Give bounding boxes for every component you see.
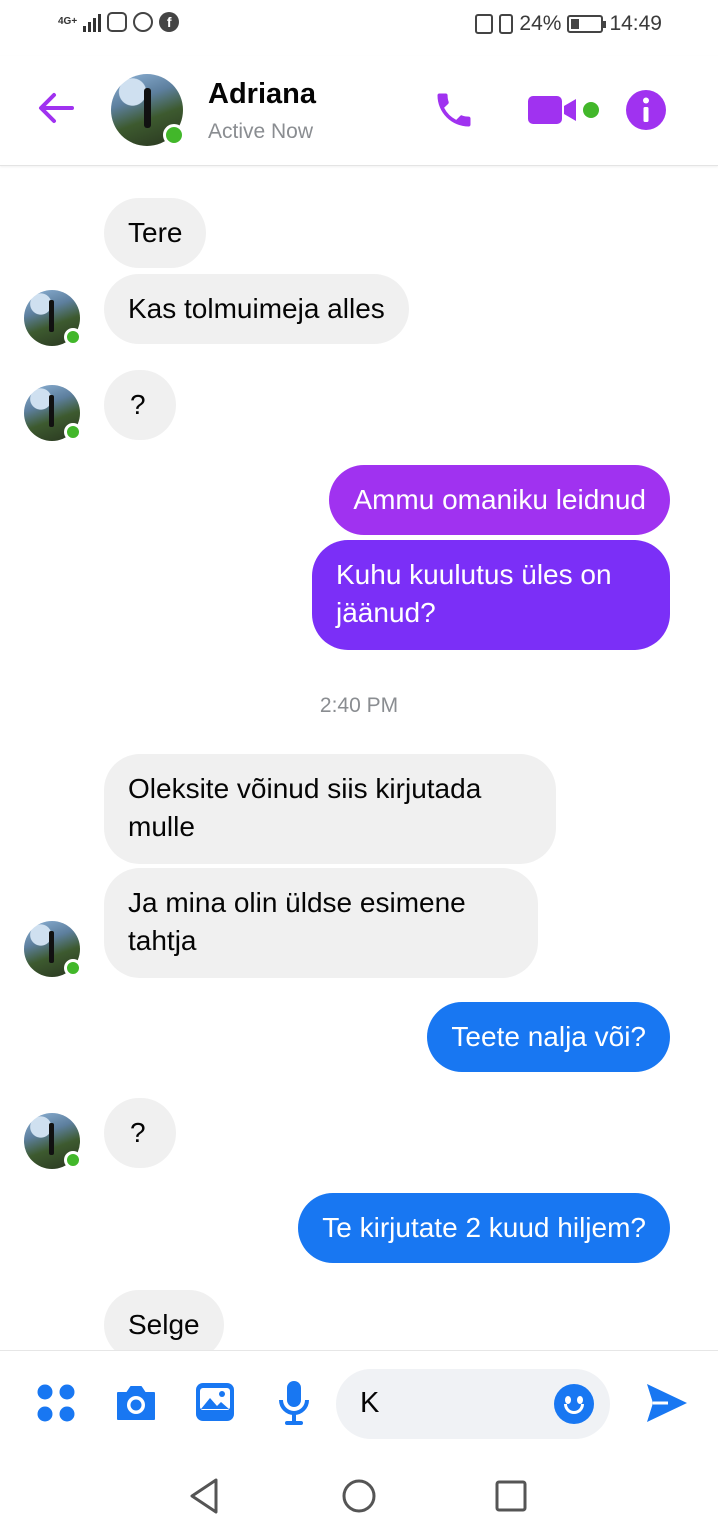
message-text-line: tahtja [128,925,197,956]
avatar-photo [144,88,151,128]
sender-avatar[interactable] [24,385,82,441]
network-type: 4G+ [58,16,78,27]
contact-avatar[interactable] [111,74,185,146]
online-indicator [64,1151,82,1169]
message-text-line: mulle [128,811,195,842]
message-outgoing[interactable]: Ammu omaniku leidnud [329,465,670,535]
chat-header: Adriana Active Now [0,56,718,166]
status-left: 4G+ f [58,12,180,32]
nav-home-icon[interactable] [340,1476,378,1516]
message-composer: K [0,1350,718,1454]
camera-icon[interactable] [114,1383,158,1423]
message-incoming[interactable]: ? [104,1098,176,1168]
contact-name[interactable]: Adriana [208,78,316,111]
message-text-line: Kuhu kuulutus üles on [336,559,612,590]
avatar-photo [49,300,54,332]
message-text: ? [130,1117,146,1148]
microphone-icon[interactable] [276,1379,312,1427]
online-indicator [64,328,82,346]
phone-icon[interactable] [432,88,476,132]
message-outgoing[interactable]: Kuhu kuulutus üles on jäänud? [312,540,670,650]
message-text: Teete nalja või? [451,1021,646,1052]
battery-icon [567,15,607,33]
message-timestamp: 2:40 PM [319,694,399,717]
back-arrow-icon[interactable] [34,86,78,130]
nfc-icon [475,14,494,34]
contact-status: Active Now [208,120,314,143]
message-text: Selge [128,1309,200,1340]
message-text: Ammu omaniku leidnud [353,484,646,515]
sender-avatar[interactable] [24,921,82,977]
message-text: ? [130,389,146,420]
online-indicator [64,423,82,441]
message-incoming[interactable]: Ja mina olin üldse esimene tahtja [104,868,538,978]
message-outgoing[interactable]: Te kirjutate 2 kuud hiljem? [298,1193,670,1263]
status-bar: 4G+ f 24% 14:49 [0,0,718,56]
facebook-icon: f [159,12,180,32]
info-icon[interactable] [624,88,668,132]
apps-icon[interactable] [36,1383,76,1423]
message-text: Kas tolmuimeja alles [128,293,385,324]
avatar-photo [49,1123,54,1155]
message-text-line: jäänud? [336,597,436,628]
message-text-line: Oleksite võinud siis kirjutada [128,773,482,804]
message-text: Tere [128,217,183,248]
online-indicator [163,124,185,146]
message-incoming[interactable]: Tere [104,198,207,268]
send-icon[interactable] [644,1381,690,1425]
message-incoming[interactable]: Oleksite võinud siis kirjutada mulle [104,754,556,864]
nav-recents-icon[interactable] [494,1476,528,1516]
vibrate-icon [499,14,514,34]
clock: 14:49 [609,12,662,35]
message-outgoing[interactable]: Teete nalja või? [427,1002,670,1072]
emoji-icon[interactable] [554,1384,594,1424]
sender-avatar[interactable] [24,290,82,346]
online-indicator [64,959,82,977]
message-text: Te kirjutate 2 kuud hiljem? [322,1212,646,1243]
avatar-photo [49,931,54,963]
instagram-icon [107,12,128,32]
battery-percent: 24% [519,12,562,35]
message-input[interactable]: K [336,1369,610,1439]
video-camera-icon[interactable] [526,90,582,130]
gallery-icon[interactable] [194,1381,236,1423]
message-input-value: K [360,1387,380,1419]
avatar-photo [49,395,54,427]
nav-back-icon[interactable] [186,1476,222,1516]
message-incoming[interactable]: ? [104,370,176,440]
video-active-dot [583,102,599,118]
status-right: 24% 14:49 [475,12,662,36]
message-text-line: Ja mina olin üldse esimene [128,887,466,918]
sender-avatar[interactable] [24,1113,82,1169]
signal-icon [83,12,102,32]
system-nav-bar [0,1454,718,1536]
message-incoming[interactable]: Kas tolmuimeja alles [104,274,409,344]
app-notification-icon [133,12,154,32]
